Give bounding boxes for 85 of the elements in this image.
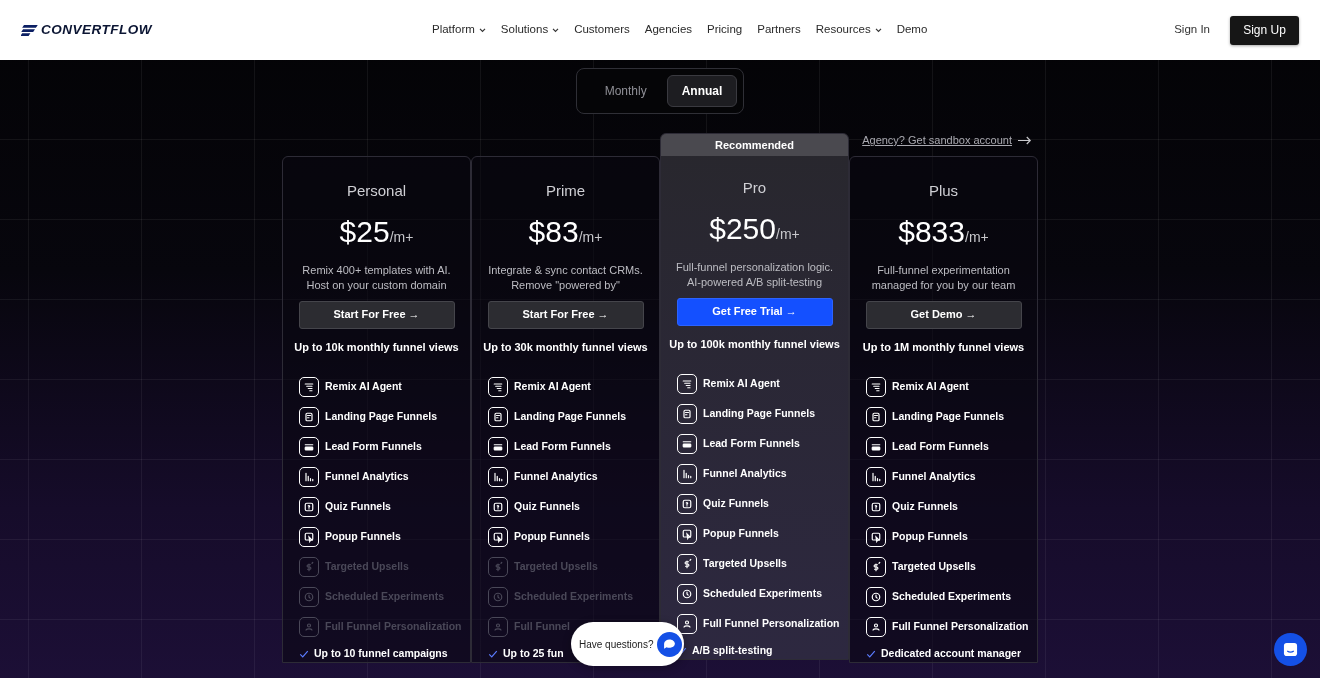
nav-link[interactable]: Resources [815, 21, 882, 39]
feature-label: Popup Funnels [325, 529, 401, 545]
feature-label: Popup Funnels [703, 526, 779, 542]
plan-price: $250 [709, 211, 776, 246]
feature-label: Lead Form Funnels [514, 439, 611, 455]
plan-description: managed for you by our team [871, 277, 1016, 293]
funnel-views: Up to 30k monthly funnel views [483, 339, 648, 355]
feature-label: Landing Page Funnels [703, 406, 815, 422]
feature-label: Remix AI Agent [892, 379, 969, 395]
feature-label: Remix AI Agent [703, 376, 780, 392]
plan-name: Prime [545, 181, 586, 201]
feature-label: Dedicated account manager [881, 646, 1022, 661]
price-unit: /m+ [776, 225, 800, 244]
feature-label: Scheduled Experiments [892, 589, 1012, 605]
feature-label: Landing Page Funnels [325, 409, 437, 425]
feature-label: Landing Page Funnels [892, 409, 1004, 425]
plan-cta-button[interactable]: Start For Free → [298, 300, 455, 329]
feature-label: Remix AI Agent [514, 379, 591, 395]
price-unit: /m+ [389, 228, 414, 247]
plan-description: Full-funnel personalization logic. [675, 259, 834, 275]
plan-description: Integrate & sync contact CRMs. [488, 262, 643, 278]
feature-label: Full Funnel Personalization [325, 619, 462, 635]
plan-description: AI-powered A/B split-testing [686, 274, 823, 290]
feature-label: Scheduled Experiments [703, 586, 823, 602]
nav-link[interactable]: Platform [432, 21, 486, 39]
nav-link[interactable]: Partners [757, 21, 801, 39]
feature-label: Quiz Funnels [892, 499, 958, 515]
feature-label: Funnel Analytics [703, 466, 787, 482]
feature-label: Popup Funnels [892, 529, 968, 545]
plan-price: $25 [339, 214, 390, 249]
feature-label: Lead Form Funnels [325, 439, 422, 455]
feature-label: Remix AI Agent [325, 379, 402, 395]
feature-label: Scheduled Experiments [325, 589, 445, 605]
plan-name: Personal [346, 181, 407, 201]
billing-tab[interactable]: Annual [666, 75, 738, 107]
nav-link[interactable]: Agencies [644, 21, 693, 39]
sign-up-button[interactable]: Sign Up [1230, 15, 1299, 45]
feature-label: Popup Funnels [514, 529, 590, 545]
funnel-views: Up to 100k monthly funnel views [669, 336, 840, 352]
feature-label: Targeted Upsells [325, 559, 409, 575]
sign-in-link[interactable]: Sign In [1174, 21, 1210, 39]
nav-link[interactable]: Pricing [707, 21, 743, 39]
agency-sandbox-link[interactable]: Agency? Get sandbox account [862, 133, 1032, 148]
feature-label: Full Funnel [514, 619, 570, 635]
nav-link[interactable]: Customers [574, 21, 630, 39]
feature-label: A/B split-testing [692, 643, 773, 658]
feature-label: Lead Form Funnels [892, 439, 989, 455]
plan-cta-button[interactable]: Start For Free → [487, 300, 644, 329]
feature-label: Funnel Analytics [325, 469, 409, 485]
plan-cta-button[interactable]: Get Demo → [865, 300, 1022, 329]
price-unit: /m+ [578, 228, 603, 247]
feature-label: Full Funnel Personalization [703, 616, 840, 632]
funnel-views: Up to 10k monthly funnel views [294, 339, 459, 355]
chat-prompt-bubble[interactable]: Have questions? [571, 622, 684, 666]
recommended-badge: Recommended [661, 134, 848, 156]
feature-label: Targeted Upsells [514, 559, 598, 575]
nav-link[interactable]: Solutions [500, 21, 560, 39]
feature-label: Targeted Upsells [892, 559, 976, 575]
price-unit: /m+ [965, 228, 989, 247]
feature-label: Scheduled Experiments [514, 589, 634, 605]
plan-description: Remove "powered by" [511, 277, 620, 293]
plan-description: Full-funnel experimentation [877, 262, 1010, 278]
feature-label: Quiz Funnels [703, 496, 769, 512]
plan-description: Remix 400+ templates with AI. [302, 262, 451, 278]
feature-label: Up to 25 fun [503, 646, 564, 661]
brand-name[interactable]: CONVERTFLOW [41, 19, 152, 41]
plan-name: Plus [928, 181, 959, 201]
feature-label: Up to 10 funnel campaigns [314, 646, 448, 661]
feature-label: Quiz Funnels [325, 499, 391, 515]
feature-label: Funnel Analytics [514, 469, 598, 485]
billing-tab[interactable]: Monthly [590, 75, 661, 107]
plan-price: $833 [898, 214, 965, 249]
chat-prompt-text: Have questions? [579, 637, 654, 652]
funnel-views: Up to 1M monthly funnel views [862, 339, 1025, 355]
feature-label: Landing Page Funnels [514, 409, 626, 425]
nav-link[interactable]: Demo [896, 21, 928, 39]
feature-label: Lead Form Funnels [703, 436, 800, 452]
feature-label: Quiz Funnels [514, 499, 580, 515]
plan-cta-button[interactable]: Get Free Trial → [676, 297, 833, 326]
feature-label: Targeted Upsells [703, 556, 787, 572]
plan-description: Host on your custom domain [306, 277, 447, 293]
plan-price: $83 [528, 214, 579, 249]
plan-name: Pro [742, 178, 767, 198]
feature-label: Full Funnel Personalization [892, 619, 1029, 635]
feature-label: Funnel Analytics [892, 469, 976, 485]
